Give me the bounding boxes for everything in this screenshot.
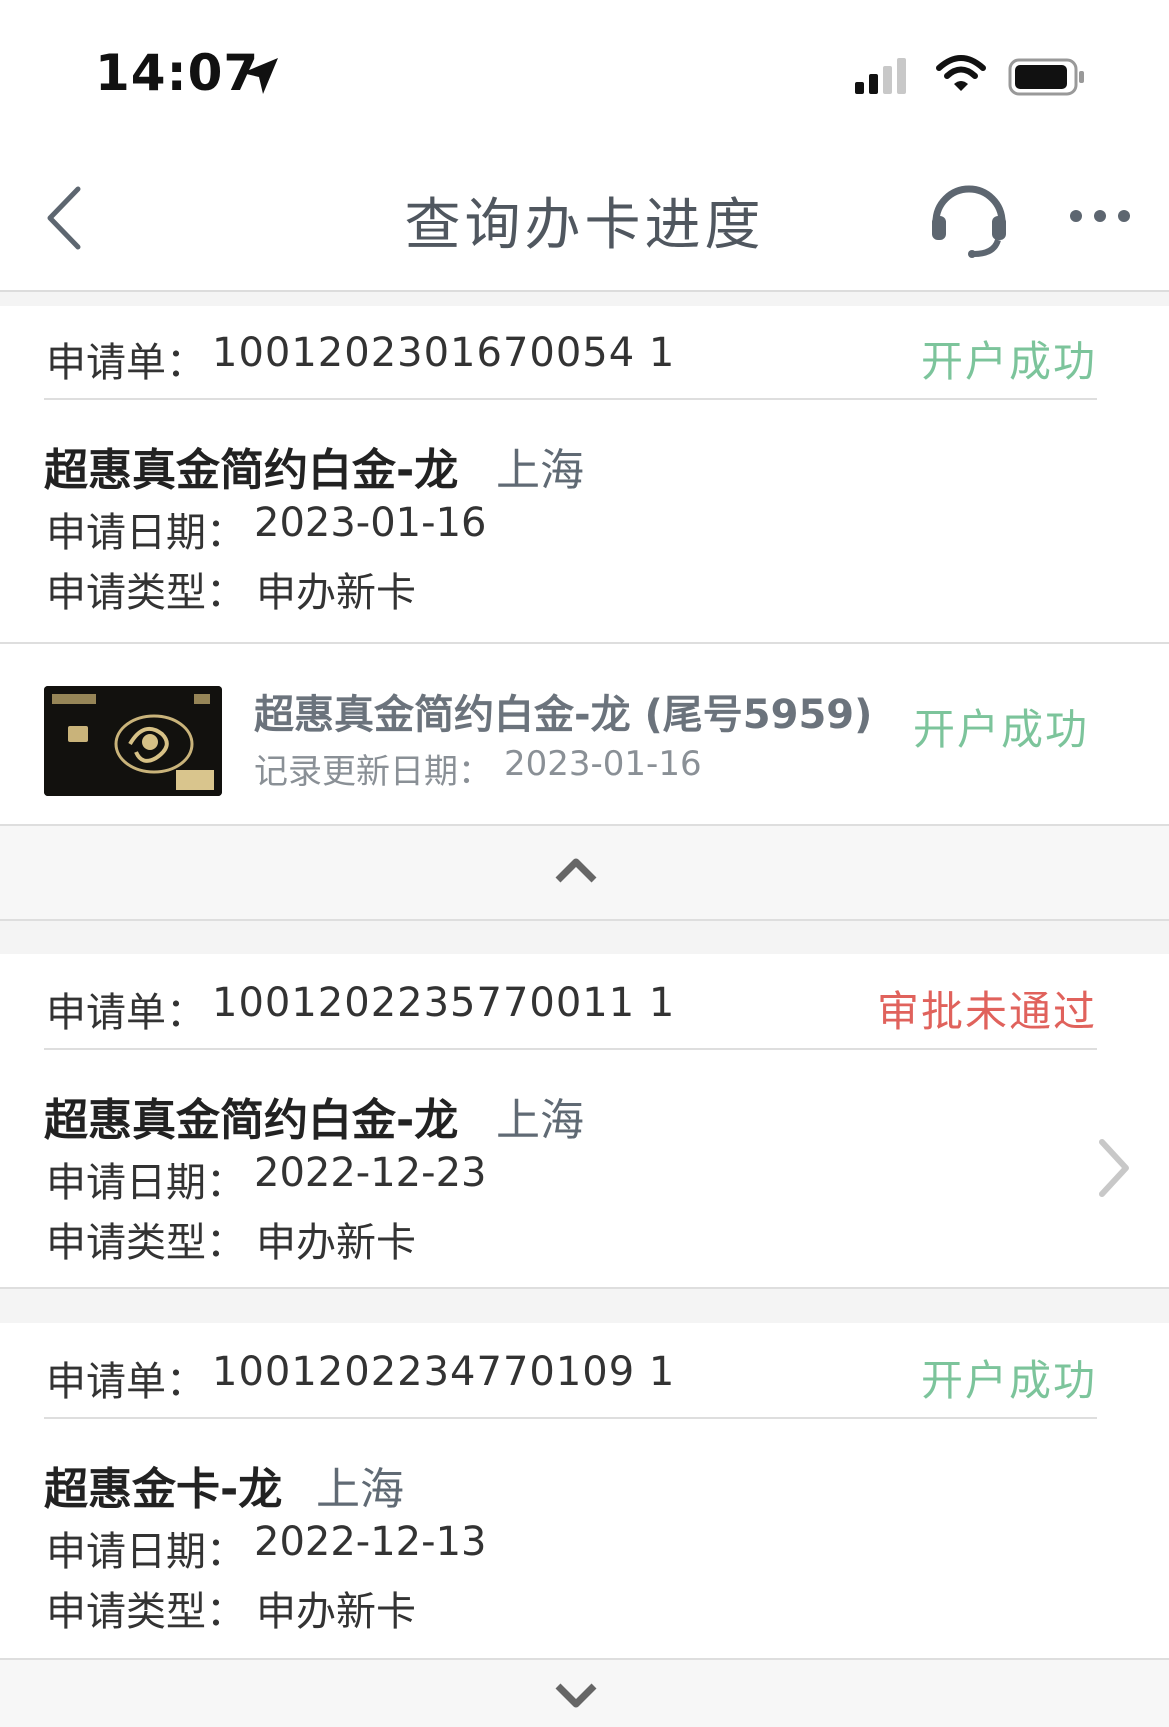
card-city: 上海 (496, 445, 584, 496)
battery-icon (1008, 58, 1084, 96)
record-update-label: 记录更新日期： (254, 752, 492, 792)
application-number-label: 申请单： (46, 1359, 206, 1405)
divider (44, 1048, 1097, 1050)
apply-date-label: 申请日期： (46, 510, 246, 556)
status-bar: 14:07 (0, 0, 1169, 140)
application-number: 1001202301670054 1 (212, 330, 676, 376)
status-badge: 审批未通过 (876, 987, 1097, 1036)
card-detail-row[interactable]: 超惠真金简约白金-龙 (尾号5959) 记录更新日期： 2023-01-16 开… (0, 644, 1169, 822)
apply-date: 2022-12-13 (254, 1519, 487, 1565)
apply-type-label: 申请类型： (46, 1220, 246, 1266)
card-city: 上海 (496, 1095, 584, 1146)
apply-date-label: 申请日期： (46, 1529, 246, 1575)
card-status-badge: 开户成功 (912, 705, 1089, 754)
apply-type-label: 申请类型： (46, 1589, 246, 1635)
wifi-icon (936, 55, 986, 91)
card-product-name: 超惠金卡-龙 (44, 1464, 283, 1515)
status-badge: 开户成功 (920, 337, 1097, 386)
apply-type-label: 申请类型： (46, 570, 246, 616)
application-card[interactable]: 申请单： 1001202234770109 1 开户成功 超惠金卡-龙 上海 申… (0, 1323, 1169, 1727)
location-arrow-icon (242, 58, 278, 94)
expand-toggle[interactable] (0, 1660, 1169, 1727)
card-product-name: 超惠真金简约白金-龙 (44, 1095, 459, 1146)
chevron-down-icon (555, 1683, 597, 1708)
apply-date-label: 申请日期： (46, 1160, 246, 1206)
card-city: 上海 (316, 1464, 404, 1515)
application-card[interactable]: 申请单： 1001202235770011 1 审批未通过 超惠真金简约白金-龙… (0, 954, 1169, 1289)
divider (0, 919, 1169, 921)
divider (44, 1417, 1097, 1419)
apply-type: 申办新卡 (256, 1220, 416, 1266)
chevron-right-icon (1099, 1139, 1129, 1197)
cellular-signal-icon (855, 58, 906, 94)
record-update-date: 2023-01-16 (504, 744, 702, 784)
chevron-up-icon (555, 858, 597, 883)
status-time: 14:07 (95, 44, 260, 102)
apply-date: 2023-01-16 (254, 500, 487, 546)
apply-type: 申办新卡 (256, 1589, 416, 1635)
nav-bar: 查询办卡进度 (0, 140, 1169, 292)
credit-card-image (44, 686, 222, 796)
customer-service-headset-icon[interactable] (928, 176, 1010, 258)
divider (44, 398, 1097, 400)
divider (0, 1287, 1169, 1289)
more-options-icon[interactable] (1068, 208, 1132, 224)
collapse-toggle[interactable] (0, 826, 1169, 921)
status-badge: 开户成功 (920, 1356, 1097, 1405)
apply-date: 2022-12-23 (254, 1150, 487, 1196)
card-detail-title: 超惠真金简约白金-龙 (尾号5959) (254, 692, 873, 738)
application-number-label: 申请单： (46, 990, 206, 1036)
application-number: 1001202235770011 1 (212, 980, 676, 1026)
application-card: 申请单： 1001202301670054 1 开户成功 超惠真金简约白金-龙 … (0, 306, 1169, 921)
apply-type: 申办新卡 (256, 570, 416, 616)
application-number-label: 申请单： (46, 340, 206, 386)
application-number: 1001202234770109 1 (212, 1349, 676, 1395)
card-product-name: 超惠真金简约白金-龙 (44, 445, 459, 496)
